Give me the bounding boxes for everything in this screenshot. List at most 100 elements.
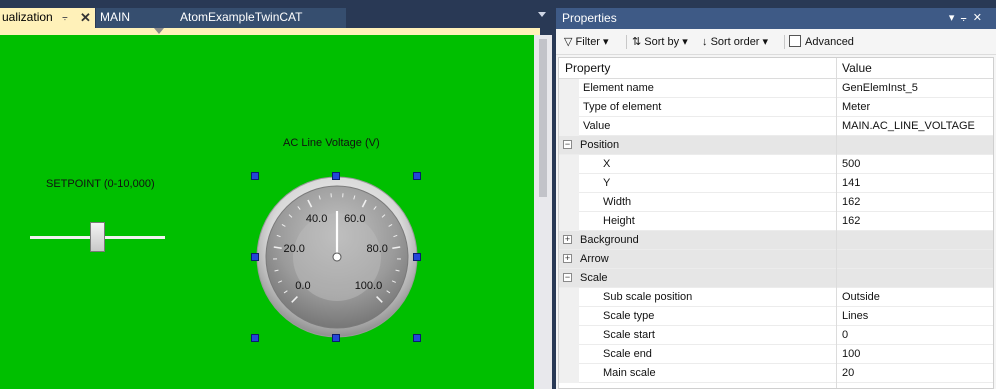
editor-area: ualization ⨪ ✕ MAIN AtomExampleTwinCAT S… xyxy=(0,0,552,389)
selection-handle-s[interactable] xyxy=(332,334,340,342)
property-value[interactable]: 500 xyxy=(842,158,860,170)
tab-overflow-chevron-icon[interactable] xyxy=(538,12,546,17)
sort-order-button[interactable]: ↓ Sort order ▾ xyxy=(702,35,768,48)
sort-by-icon: ⇅ xyxy=(632,36,642,48)
tab-visualization-label: ualization xyxy=(2,10,53,24)
panel-menu-chevron-icon[interactable]: ▾ xyxy=(949,12,961,24)
property-name: Scale start xyxy=(603,329,655,341)
ide-window: ualization ⨪ ✕ MAIN AtomExampleTwinCAT S… xyxy=(0,0,996,389)
sort-by-dropdown-icon: ▾ xyxy=(682,36,688,48)
collapse-icon[interactable]: − xyxy=(563,273,572,282)
property-row[interactable]: Scale type Lines xyxy=(559,307,993,326)
property-value[interactable]: Lines xyxy=(842,310,868,322)
selection-handle-e[interactable] xyxy=(413,253,421,261)
properties-toolbar: ▽ Filter ▾ ⇅ Sort by ▾ ↓ Sort order ▾ Ad… xyxy=(556,29,996,55)
column-header-property[interactable]: Property xyxy=(565,61,610,75)
property-row[interactable]: Element name GenElemInst_5 xyxy=(559,79,993,98)
setpoint-slider-thumb[interactable] xyxy=(89,222,105,252)
filter-button[interactable]: ▽ Filter ▾ xyxy=(564,35,609,48)
meter-pivot xyxy=(332,252,342,262)
selection-handle-n[interactable] xyxy=(332,172,340,180)
property-grid-header: Property Value xyxy=(559,58,993,79)
property-row[interactable]: Type of element Meter xyxy=(559,98,993,117)
property-value[interactable]: 0 xyxy=(842,329,848,341)
row-gutter xyxy=(559,193,579,212)
selection-handle-se[interactable] xyxy=(413,334,421,342)
property-name: Width xyxy=(603,196,632,208)
selection-handle-w[interactable] xyxy=(251,253,259,261)
row-gutter xyxy=(559,345,579,364)
properties-title: Properties xyxy=(562,11,617,25)
properties-panel: Properties ▾⨪✕ ▽ Filter ▾ ⇅ Sort by ▾ ↓ … xyxy=(556,8,996,389)
advanced-checkbox[interactable] xyxy=(789,35,801,47)
sort-order-label: Sort order xyxy=(710,36,760,48)
property-value[interactable]: 162 xyxy=(842,196,860,208)
meter-tick-label: 100.0 xyxy=(354,279,383,292)
selection-handle-ne[interactable] xyxy=(413,172,421,180)
property-row[interactable]: Sub scale position Outside xyxy=(559,288,993,307)
toolbar-separator xyxy=(784,35,785,49)
property-category-row[interactable]: + Arrow xyxy=(559,250,993,269)
setpoint-label: SETPOINT (0-10,000) xyxy=(46,178,155,190)
property-row[interactable]: Height 162 xyxy=(559,212,993,231)
property-name: X xyxy=(603,158,611,170)
meter-tick-label: 80.0 xyxy=(366,243,388,256)
row-gutter xyxy=(559,98,579,117)
filter-label: Filter xyxy=(575,36,600,48)
document-well xyxy=(0,28,540,35)
property-value[interactable]: 162 xyxy=(842,215,860,227)
expand-icon[interactable]: + xyxy=(563,254,572,263)
property-name: Value xyxy=(583,120,611,132)
pin-icon[interactable]: ⨪ xyxy=(62,8,68,27)
panel-pin-icon[interactable]: ⨪ xyxy=(960,12,972,24)
editor-scroll-thumb[interactable] xyxy=(539,39,547,197)
advanced-toggle[interactable]: Advanced xyxy=(789,35,854,48)
property-name: Scale xyxy=(580,272,608,284)
tab-project[interactable]: AtomExampleTwinCAT xyxy=(180,8,302,28)
property-value[interactable]: 20 xyxy=(842,367,854,379)
row-gutter xyxy=(559,79,579,98)
collapse-icon[interactable]: − xyxy=(563,140,572,149)
property-row[interactable]: Scale start 0 xyxy=(559,326,993,345)
property-row[interactable]: Scale end 100 xyxy=(559,345,993,364)
close-icon[interactable]: ✕ xyxy=(80,8,91,27)
property-value[interactable]: Outside xyxy=(842,291,880,303)
expand-icon[interactable]: + xyxy=(563,235,572,244)
sort-order-icon: ↓ xyxy=(702,36,708,48)
property-row[interactable]: Y 141 xyxy=(559,174,993,193)
properties-titlebar: Properties ▾⨪✕ xyxy=(556,8,996,29)
property-category-row[interactable]: + Background xyxy=(559,231,993,250)
property-row[interactable]: Width 162 xyxy=(559,193,993,212)
selection-handle-nw[interactable] xyxy=(251,172,259,180)
filter-icon: ▽ xyxy=(564,36,573,48)
property-value[interactable]: GenElemInst_5 xyxy=(842,82,918,94)
tab-visualization[interactable]: ualization ⨪ ✕ xyxy=(0,8,95,28)
property-category-row[interactable]: − Position xyxy=(559,136,993,155)
selection-handle-sw[interactable] xyxy=(251,334,259,342)
property-value[interactable]: MAIN.AC_LINE_VOLTAGE xyxy=(842,120,975,132)
meter-title: AC Line Voltage (V) xyxy=(283,137,380,149)
property-row[interactable]: X 500 xyxy=(559,155,993,174)
property-name: Position xyxy=(580,139,620,151)
property-name: Arrow xyxy=(580,253,609,265)
property-row[interactable]: Main scale 20 xyxy=(559,364,993,383)
sort-by-label: Sort by xyxy=(644,36,680,48)
column-header-value[interactable]: Value xyxy=(842,61,872,75)
panel-close-icon[interactable]: ✕ xyxy=(973,12,988,24)
document-tabstrip: ualization ⨪ ✕ MAIN AtomExampleTwinCAT xyxy=(0,0,552,28)
toolbar-separator xyxy=(626,35,627,49)
property-row[interactable]: Value MAIN.AC_LINE_VOLTAGE xyxy=(559,117,993,136)
editor-vertical-scrollbar[interactable] xyxy=(534,35,552,389)
visualization-canvas[interactable]: SETPOINT (0-10,000) AC Line Voltage (V) xyxy=(0,35,534,389)
property-category-row[interactable]: − Scale xyxy=(559,269,993,288)
property-value[interactable]: 100 xyxy=(842,348,860,360)
row-gutter xyxy=(559,155,579,174)
filter-dropdown-icon: ▾ xyxy=(603,36,609,48)
column-divider[interactable] xyxy=(836,58,837,388)
property-value[interactable]: Meter xyxy=(842,101,870,113)
property-grid: Property Value Element name GenElemInst_5… xyxy=(558,57,994,389)
sort-by-button[interactable]: ⇅ Sort by ▾ xyxy=(632,35,688,48)
voltage-meter[interactable]: 0.0 20.0 40.0 60.0 80.0 100.0 xyxy=(256,176,418,338)
property-name: Height xyxy=(603,215,635,227)
property-value[interactable]: 141 xyxy=(842,177,860,189)
